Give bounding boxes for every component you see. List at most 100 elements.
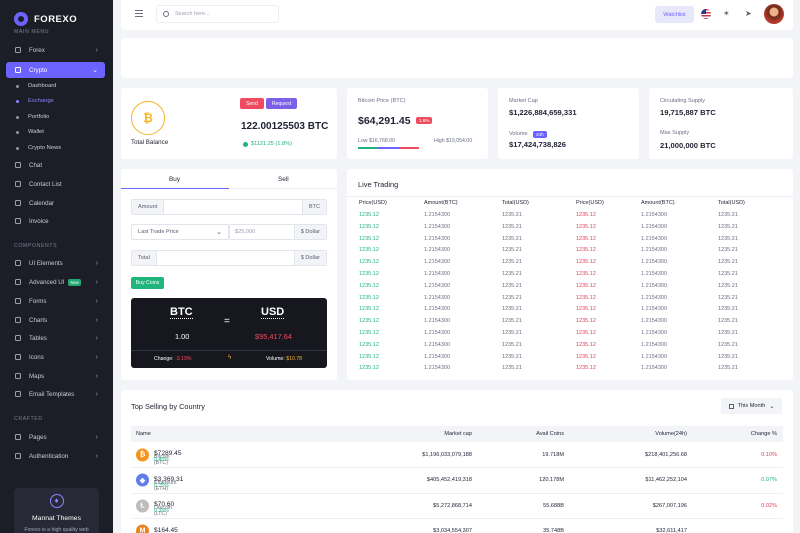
live-trade-row: 1235.12 1.2154300 1235.21 1235.12 1.2154300 1…	[357, 259, 743, 271]
theme-toggle-icon[interactable]: ✶	[723, 9, 730, 18]
sidebar-sub-exchange[interactable]: Exchange	[16, 98, 54, 104]
avatar[interactable]	[764, 4, 784, 24]
sidebar-item-calendar[interactable]: Calendar	[6, 195, 105, 211]
live-cell-total: 1235.21	[502, 341, 522, 348]
live-cell-price: 1235.12	[359, 247, 379, 254]
search-input[interactable]: Search here...	[156, 5, 279, 23]
live-cell-amount: 1.2154300	[424, 341, 450, 348]
table-row[interactable]: M $164.45 $3,034,554,307 35.748B $32,611,41…	[131, 519, 783, 533]
live-cell-total: 1235.21	[718, 330, 738, 336]
chevron-right-icon: ›	[95, 433, 98, 441]
live-cell-amount: 1.2154300	[641, 353, 667, 360]
tab-sell[interactable]: Sell	[278, 176, 289, 183]
col-volume: Volume(24h)	[655, 431, 687, 437]
equals-icon: =	[224, 316, 230, 327]
table-row[interactable]: Ł $70.60 Litecoin (LTC) 0.35% $5,272,868,71…	[131, 493, 783, 519]
sidebar-sub-label: Wallet	[28, 129, 44, 135]
puzzle-icon	[15, 279, 21, 285]
sidebar-item-tables[interactable]: Tables ›	[6, 330, 105, 346]
sidebar-sub-portfolio[interactable]: Portfolio	[16, 114, 49, 120]
live-cell-amount: 1.2154300	[424, 223, 450, 230]
pages-icon	[15, 434, 21, 440]
volume-label: Volume:	[266, 356, 285, 362]
request-button[interactable]: Request	[266, 98, 297, 109]
balance-card: ₿ Total Balance Send Request 122.0012550…	[121, 88, 337, 159]
order-type-select[interactable]: Last Trade Price ⌄	[131, 224, 229, 240]
send-button[interactable]: Send	[240, 98, 264, 109]
sidebar-sub-crypto-news[interactable]: Crypto News	[16, 145, 61, 151]
live-trading-card: Live Trading Price(USD) Amount(BTC) Tota…	[347, 169, 793, 380]
live-trade-row: 1235.12 1.2154300 1235.21 1235.12 1.2154300 1…	[357, 295, 743, 307]
table-row[interactable]: ₿ $7289.45 Bitcoin (BTC) 0.45% $1,196,033,0…	[131, 442, 783, 468]
live-cell-total: 1235.21	[502, 282, 522, 289]
live-cell-price: 1235.12	[576, 235, 596, 242]
sidebar-sub-dashboard[interactable]: Dashboard	[16, 83, 56, 89]
price-field[interactable]: $25,000 $ Dollar	[229, 224, 327, 240]
amount-label: Amount	[132, 200, 165, 214]
amount-field[interactable]: Amount BTC	[131, 199, 327, 215]
sidebar-item-crypto[interactable]: Crypto ⌄	[6, 62, 105, 78]
market-cap-cell: $1,196,033,079,188	[422, 451, 472, 458]
sidebar-item-authentication[interactable]: Authentication ›	[6, 448, 105, 464]
sidebar-item-label: Chat	[29, 161, 43, 169]
sidebar-item-contact-list[interactable]: Contact List	[6, 176, 105, 192]
volume-cell: $218,401,256.68	[645, 451, 687, 458]
volume-label: Volume	[509, 131, 528, 137]
live-cell-amount: 1.2154300	[424, 318, 450, 325]
sidebar-item-chat[interactable]: Chat	[6, 157, 105, 173]
sidebar-item-invoice[interactable]: Invoice	[6, 213, 105, 229]
live-cell-amount: 1.2154300	[641, 235, 667, 242]
menu-toggle-icon[interactable]	[135, 10, 143, 19]
balance-label: Total Balance	[131, 139, 169, 146]
avail-coins-cell: 120.178M	[539, 477, 564, 483]
sidebar-item-icons[interactable]: Icons ›	[6, 349, 105, 365]
sidebar-item-forex[interactable]: Forex ›	[6, 42, 105, 58]
coin-pct: 0.75%	[154, 482, 169, 489]
chevron-right-icon: ›	[95, 46, 98, 54]
volume-value: $10.78	[286, 356, 303, 362]
live-trade-row: 1235.12 1.2154300 1235.21 1235.12 1.2154300 1…	[357, 212, 743, 224]
chevron-down-icon: ⌄	[216, 229, 222, 236]
col-total: Total(USD)	[718, 200, 745, 206]
live-cell-amount: 1.2154300	[424, 247, 450, 254]
from-value: 1.00	[175, 332, 190, 341]
live-cell-price: 1235.12	[576, 318, 596, 325]
table-row[interactable]: ◆ $3,369.31 Ethereum (ETH) 0.75% $405,452,4…	[131, 468, 783, 494]
balance-usd: $1121.25 (1.8%)	[243, 141, 292, 147]
top-selling-card: Top Selling by Country This Month ⌄ Name…	[121, 390, 793, 533]
watchlist-button[interactable]: Watchlist	[655, 6, 694, 23]
buy-coins-button[interactable]: Buy Coins	[131, 277, 164, 289]
live-cell-total: 1235.21	[502, 247, 522, 254]
sidebar-item-ui-elements[interactable]: UI Elements ›	[6, 255, 105, 271]
tab-buy[interactable]: Buy	[169, 176, 180, 183]
sidebar-sub-wallet[interactable]: Wallet	[16, 129, 44, 135]
live-trade-row: 1235.12 1.2154300 1235.21 1235.12 1.2154300 1…	[357, 283, 743, 295]
sidebar-item-charts[interactable]: Charts ›	[6, 312, 105, 328]
sidebar-item-email-templates[interactable]: Email Templates ›	[6, 386, 105, 402]
brand[interactable]: FOREXO	[0, 0, 113, 30]
check-icon	[243, 141, 248, 147]
live-cell-price: 1235.12	[359, 235, 379, 242]
live-cell-price: 1235.12	[359, 330, 379, 336]
live-trade-row: 1235.12 1.2154300 1235.21 1235.12 1.2154300 1…	[357, 224, 743, 236]
sidebar-item-label: Crypto	[29, 66, 48, 74]
sidebar-item-pages[interactable]: Pages ›	[6, 429, 105, 445]
total-field[interactable]: Total $ Dollar	[131, 250, 327, 266]
period-filter[interactable]: This Month ⌄	[721, 398, 782, 414]
sidebar-sub-label: Portfolio	[28, 114, 50, 120]
live-cell-amount: 1.2154300	[641, 318, 667, 325]
chevron-right-icon: ›	[95, 452, 98, 460]
market-card: Market Cap $1,226,884,659,331 Volume 24h…	[498, 88, 639, 159]
pie-chart-icon	[15, 317, 21, 323]
avail-coins-cell: 35.748B	[543, 528, 564, 533]
live-cell-amount: 1.2154300	[424, 365, 450, 372]
order-type-value: Last Trade Price	[138, 229, 179, 235]
us-flag-icon[interactable]	[701, 9, 711, 19]
sidebar-item-advanced-ui[interactable]: Advanced UI New ›	[6, 274, 105, 290]
live-cell-total: 1235.21	[718, 282, 738, 289]
sidebar-item-forms[interactable]: Forms ›	[6, 293, 105, 309]
sidebar-item-maps[interactable]: Maps ›	[6, 368, 105, 384]
notification-icon[interactable]: ➤	[745, 9, 752, 18]
chart-icon	[15, 47, 21, 53]
search-icon	[163, 11, 169, 17]
